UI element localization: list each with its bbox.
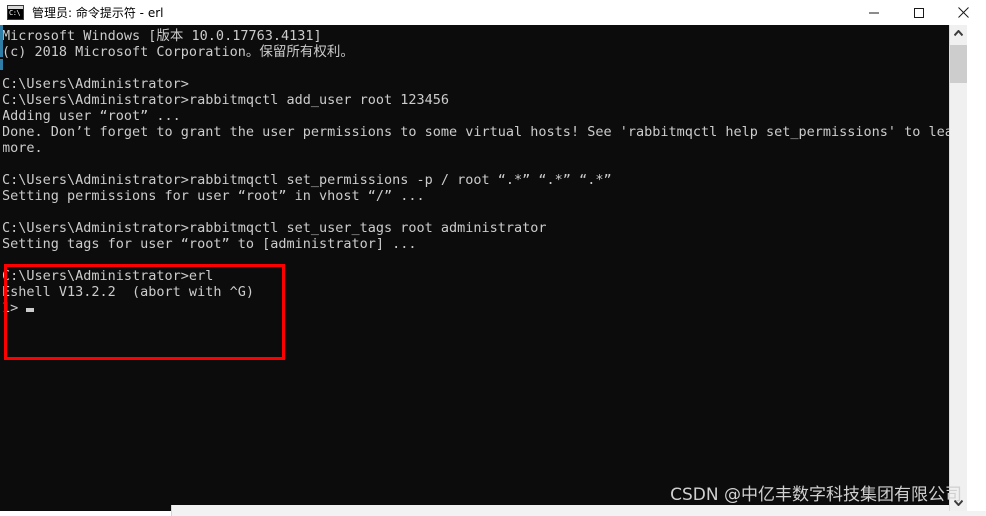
console-line: Eshell V13.2.2 (abort with ^G) — [2, 284, 254, 300]
csdn-watermark: CSDN @中亿丰数字科技集团有限公司 — [670, 485, 962, 505]
console-line: C:\Users\Administrator>rabbitmqctl add_u… — [2, 92, 450, 108]
console-line: C:\Users\Administrator>erl — [2, 268, 214, 284]
title-bar[interactable]: C:\ 管理员: 命令提示符 - erl — [0, 0, 986, 25]
scrollbar-thumb[interactable] — [950, 45, 967, 83]
console-line: (c) 2018 Microsoft Corporation。保留所有权利。 — [2, 44, 354, 60]
console-line: C:\Users\Administrator>rabbitmqctl set_u… — [2, 220, 547, 236]
window-title: 管理员: 命令提示符 - erl — [32, 5, 164, 20]
console-line: Adding user “root” ... — [2, 108, 181, 124]
vertical-scrollbar[interactable] — [949, 25, 967, 511]
console-line: Done. Don’t forget to grant the user per… — [2, 124, 970, 140]
window-left-edge-accent — [0, 25, 3, 511]
maximize-icon — [913, 7, 924, 18]
console-text: Microsoft Windows [版本 10.0.17763.4131] (c… — [2, 28, 970, 316]
console-line: Setting permissions for user “root” in v… — [2, 188, 425, 204]
minimize-icon — [868, 12, 879, 13]
console-line: C:\Users\Administrator>rabbitmqctl set_p… — [2, 172, 612, 188]
cmd-icon-prompt-text: C:\ — [9, 9, 21, 17]
minimize-button[interactable] — [851, 0, 896, 25]
console-line: Setting tags for user “root” to [adminis… — [2, 236, 417, 252]
command-prompt-window: C:\ 管理员: 命令提示符 - erl Microsoft Windows [… — [0, 0, 986, 516]
chevron-up-icon — [954, 30, 963, 37]
close-button[interactable] — [941, 0, 986, 25]
console-line: C:\Users\Administrator> — [2, 76, 189, 92]
title-bar-left: C:\ 管理员: 命令提示符 - erl — [0, 5, 851, 20]
console-line: 1> — [2, 300, 962, 316]
cmd-icon: C:\ — [7, 5, 24, 20]
bottom-panel — [171, 505, 986, 516]
close-icon — [958, 7, 969, 18]
maximize-button[interactable] — [896, 0, 941, 25]
scrollbar-track[interactable] — [950, 42, 967, 494]
window-right-frame — [966, 25, 986, 511]
text-cursor — [26, 308, 35, 312]
console-line: Microsoft Windows [版本 10.0.17763.4131] — [2, 28, 322, 44]
console-line: more. — [2, 140, 43, 156]
terminal-output-area[interactable]: Microsoft Windows [版本 10.0.17763.4131] (c… — [0, 25, 986, 511]
scroll-up-button[interactable] — [950, 25, 967, 42]
window-controls — [851, 0, 986, 25]
